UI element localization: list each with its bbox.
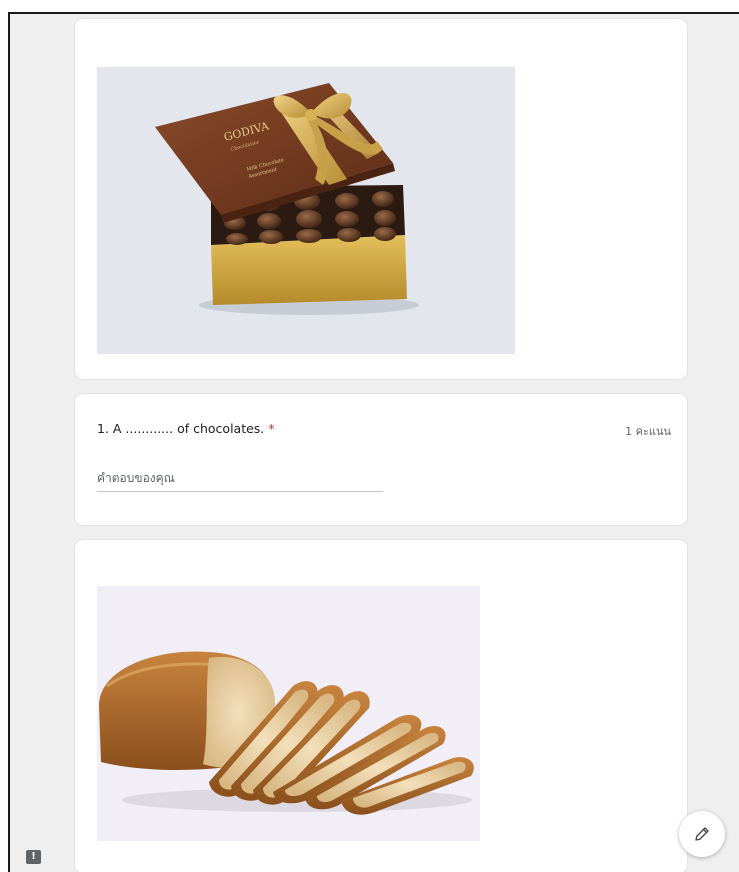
question-header: 1. A ............ of chocolates. * 1 คะแน… — [97, 421, 671, 443]
required-asterisk: * — [268, 421, 275, 436]
pencil-icon — [695, 827, 709, 841]
question-title: 1. A ............ of chocolates. * — [97, 421, 275, 436]
form-viewport: GODIVA Chocolatier Milk Chocolate Assort… — [8, 12, 739, 872]
question-card-1: 1. A ............ of chocolates. * 1 คะแน… — [74, 393, 688, 526]
sliced-bread-image — [97, 586, 480, 841]
answer-input[interactable] — [97, 465, 383, 492]
image-card-chocolates: GODIVA Chocolatier Milk Chocolate Assort… — [74, 18, 688, 380]
chocolate-box-image: GODIVA Chocolatier Milk Chocolate Assort… — [97, 67, 515, 354]
image-card-bread — [74, 539, 688, 872]
question-points: 1 คะแนน — [625, 425, 671, 438]
edit-button[interactable] — [679, 811, 725, 857]
report-feedback-icon[interactable]: ! — [26, 850, 41, 864]
question-text: 1. A ............ of chocolates. — [97, 421, 265, 436]
feedback-glyph: ! — [31, 851, 36, 862]
